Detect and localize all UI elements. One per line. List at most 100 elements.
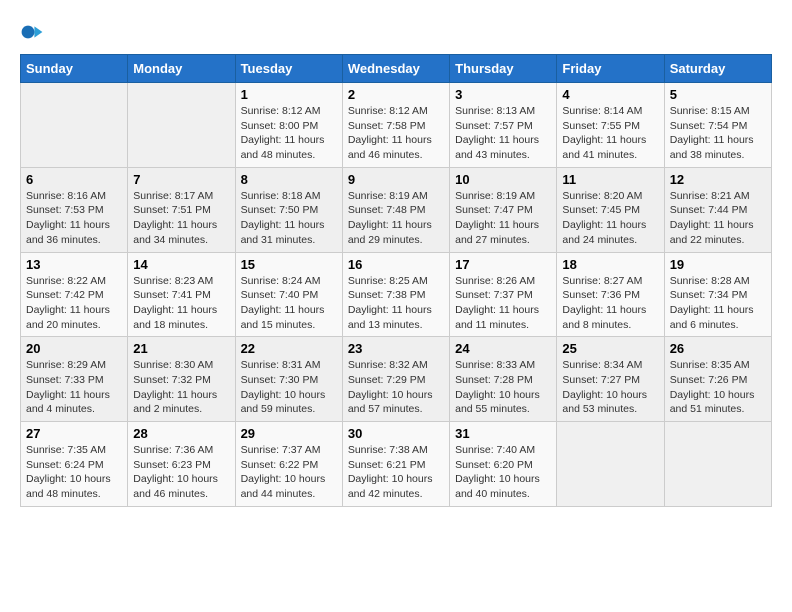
calendar-cell: 23Sunrise: 8:32 AM Sunset: 7:29 PM Dayli… — [342, 337, 449, 422]
calendar-cell — [664, 422, 771, 507]
day-number: 27 — [26, 426, 122, 441]
calendar-cell: 30 Sunrise: 7:38 AM Sunset: 6:21 PM Dayli… — [342, 422, 449, 507]
col-header-wednesday: Wednesday — [342, 55, 449, 83]
day-info: Sunrise: 8:23 AM Sunset: 7:41 PM Dayligh… — [133, 274, 229, 333]
day-info: Sunrise: 8:26 AM Sunset: 7:37 PM Dayligh… — [455, 274, 551, 333]
calendar-cell: 13 Sunrise: 8:22 AM Sunset: 7:42 PM Dayli… — [21, 252, 128, 337]
day-number: 13 — [26, 257, 122, 272]
calendar-cell: 3 Sunrise: 8:13 AM Sunset: 7:57 PM Daylig… — [450, 83, 557, 168]
day-info: Sunrise: 8:33 AM Sunset: 7:28 PM Dayligh… — [455, 358, 551, 417]
calendar-cell: 15 Sunrise: 8:24 AM Sunset: 7:40 PM Dayli… — [235, 252, 342, 337]
day-info: Sunrise: 8:15 AM Sunset: 7:54 PM Dayligh… — [670, 104, 766, 163]
calendar-cell: 31Sunrise: 7:40 AM Sunset: 6:20 PM Dayli… — [450, 422, 557, 507]
day-number: 4 — [562, 87, 658, 102]
day-number: 30 — [348, 426, 444, 441]
day-number: 29 — [241, 426, 337, 441]
day-info: Sunrise: 8:25 AM Sunset: 7:38 PM Dayligh… — [348, 274, 444, 333]
day-info: Sunrise: 7:38 AM Sunset: 6:21 PM Dayligh… — [348, 443, 444, 502]
day-info: Sunrise: 8:18 AM Sunset: 7:50 PM Dayligh… — [241, 189, 337, 248]
day-number: 12 — [670, 172, 766, 187]
day-info: Sunrise: 7:37 AM Sunset: 6:22 PM Dayligh… — [241, 443, 337, 502]
day-info: Sunrise: 8:32 AM Sunset: 7:29 PM Dayligh… — [348, 358, 444, 417]
day-number: 2 — [348, 87, 444, 102]
day-info: Sunrise: 8:20 AM Sunset: 7:45 PM Dayligh… — [562, 189, 658, 248]
day-info: Sunrise: 8:30 AM Sunset: 7:32 PM Dayligh… — [133, 358, 229, 417]
calendar-week-row: 20 Sunrise: 8:29 AM Sunset: 7:33 PM Dayli… — [21, 337, 772, 422]
day-info: Sunrise: 8:24 AM Sunset: 7:40 PM Dayligh… — [241, 274, 337, 333]
day-number: 3 — [455, 87, 551, 102]
day-info: Sunrise: 7:40 AM Sunset: 6:20 PM Dayligh… — [455, 443, 551, 502]
day-number: 10 — [455, 172, 551, 187]
calendar-cell — [557, 422, 664, 507]
calendar-cell: 29 Sunrise: 7:37 AM Sunset: 6:22 PM Dayli… — [235, 422, 342, 507]
col-header-tuesday: Tuesday — [235, 55, 342, 83]
calendar-week-row: 27 Sunrise: 7:35 AM Sunset: 6:24 PM Dayli… — [21, 422, 772, 507]
calendar-cell: 12Sunrise: 8:21 AM Sunset: 7:44 PM Dayli… — [664, 167, 771, 252]
calendar-cell: 25 Sunrise: 8:34 AM Sunset: 7:27 PM Dayli… — [557, 337, 664, 422]
calendar-cell: 2 Sunrise: 8:12 AM Sunset: 7:58 PM Daylig… — [342, 83, 449, 168]
day-number: 17 — [455, 257, 551, 272]
day-info: Sunrise: 8:29 AM Sunset: 7:33 PM Dayligh… — [26, 358, 122, 417]
calendar-table: SundayMondayTuesdayWednesdayThursdayFrid… — [20, 54, 772, 507]
day-info: Sunrise: 8:28 AM Sunset: 7:34 PM Dayligh… — [670, 274, 766, 333]
day-number: 8 — [241, 172, 337, 187]
calendar-cell: 22 Sunrise: 8:31 AM Sunset: 7:30 PM Dayli… — [235, 337, 342, 422]
calendar-cell: 10 Sunrise: 8:19 AM Sunset: 7:47 PM Dayli… — [450, 167, 557, 252]
day-number: 1 — [241, 87, 337, 102]
calendar-week-row: 13 Sunrise: 8:22 AM Sunset: 7:42 PM Dayli… — [21, 252, 772, 337]
day-info: Sunrise: 8:22 AM Sunset: 7:42 PM Dayligh… — [26, 274, 122, 333]
day-info: Sunrise: 7:35 AM Sunset: 6:24 PM Dayligh… — [26, 443, 122, 502]
day-number: 20 — [26, 341, 122, 356]
day-info: Sunrise: 8:13 AM Sunset: 7:57 PM Dayligh… — [455, 104, 551, 163]
day-info: Sunrise: 8:31 AM Sunset: 7:30 PM Dayligh… — [241, 358, 337, 417]
col-header-saturday: Saturday — [664, 55, 771, 83]
calendar-week-row: 6 Sunrise: 8:16 AM Sunset: 7:53 PM Daylig… — [21, 167, 772, 252]
day-info: Sunrise: 8:17 AM Sunset: 7:51 PM Dayligh… — [133, 189, 229, 248]
page-header — [20, 20, 772, 44]
calendar-cell: 19Sunrise: 8:28 AM Sunset: 7:34 PM Dayli… — [664, 252, 771, 337]
day-number: 14 — [133, 257, 229, 272]
day-info: Sunrise: 8:14 AM Sunset: 7:55 PM Dayligh… — [562, 104, 658, 163]
calendar-cell: 24 Sunrise: 8:33 AM Sunset: 7:28 PM Dayli… — [450, 337, 557, 422]
calendar-cell: 18 Sunrise: 8:27 AM Sunset: 7:36 PM Dayli… — [557, 252, 664, 337]
calendar-cell: 4 Sunrise: 8:14 AM Sunset: 7:55 PM Daylig… — [557, 83, 664, 168]
calendar-cell: 9Sunrise: 8:19 AM Sunset: 7:48 PM Daylig… — [342, 167, 449, 252]
calendar-body: 1Sunrise: 8:12 AM Sunset: 8:00 PM Daylig… — [21, 83, 772, 507]
day-info: Sunrise: 8:12 AM Sunset: 7:58 PM Dayligh… — [348, 104, 444, 163]
logo — [20, 20, 48, 44]
day-number: 16 — [348, 257, 444, 272]
day-number: 24 — [455, 341, 551, 356]
day-number: 26 — [670, 341, 766, 356]
day-info: Sunrise: 8:27 AM Sunset: 7:36 PM Dayligh… — [562, 274, 658, 333]
day-number: 15 — [241, 257, 337, 272]
day-info: Sunrise: 8:34 AM Sunset: 7:27 PM Dayligh… — [562, 358, 658, 417]
day-number: 7 — [133, 172, 229, 187]
day-info: Sunrise: 7:36 AM Sunset: 6:23 PM Dayligh… — [133, 443, 229, 502]
day-number: 22 — [241, 341, 337, 356]
calendar-cell: 14 Sunrise: 8:23 AM Sunset: 7:41 PM Dayli… — [128, 252, 235, 337]
calendar-cell: 20 Sunrise: 8:29 AM Sunset: 7:33 PM Dayli… — [21, 337, 128, 422]
day-info: Sunrise: 8:35 AM Sunset: 7:26 PM Dayligh… — [670, 358, 766, 417]
logo-icon — [20, 20, 44, 44]
calendar-cell — [128, 83, 235, 168]
calendar-week-row: 1Sunrise: 8:12 AM Sunset: 8:00 PM Daylig… — [21, 83, 772, 168]
col-header-sunday: Sunday — [21, 55, 128, 83]
calendar-cell: 17 Sunrise: 8:26 AM Sunset: 7:37 PM Dayli… — [450, 252, 557, 337]
calendar-cell: 16 Sunrise: 8:25 AM Sunset: 7:38 PM Dayli… — [342, 252, 449, 337]
calendar-cell: 27 Sunrise: 7:35 AM Sunset: 6:24 PM Dayli… — [21, 422, 128, 507]
calendar-cell: 28Sunrise: 7:36 AM Sunset: 6:23 PM Dayli… — [128, 422, 235, 507]
col-header-friday: Friday — [557, 55, 664, 83]
day-number: 9 — [348, 172, 444, 187]
calendar-cell — [21, 83, 128, 168]
calendar-cell: 21Sunrise: 8:30 AM Sunset: 7:32 PM Dayli… — [128, 337, 235, 422]
day-info: Sunrise: 8:19 AM Sunset: 7:47 PM Dayligh… — [455, 189, 551, 248]
day-number: 6 — [26, 172, 122, 187]
calendar-header-row: SundayMondayTuesdayWednesdayThursdayFrid… — [21, 55, 772, 83]
day-number: 18 — [562, 257, 658, 272]
calendar-cell: 6 Sunrise: 8:16 AM Sunset: 7:53 PM Daylig… — [21, 167, 128, 252]
day-info: Sunrise: 8:16 AM Sunset: 7:53 PM Dayligh… — [26, 189, 122, 248]
day-number: 25 — [562, 341, 658, 356]
calendar-cell: 8 Sunrise: 8:18 AM Sunset: 7:50 PM Daylig… — [235, 167, 342, 252]
calendar-cell: 1Sunrise: 8:12 AM Sunset: 8:00 PM Daylig… — [235, 83, 342, 168]
calendar-cell: 5Sunrise: 8:15 AM Sunset: 7:54 PM Daylig… — [664, 83, 771, 168]
